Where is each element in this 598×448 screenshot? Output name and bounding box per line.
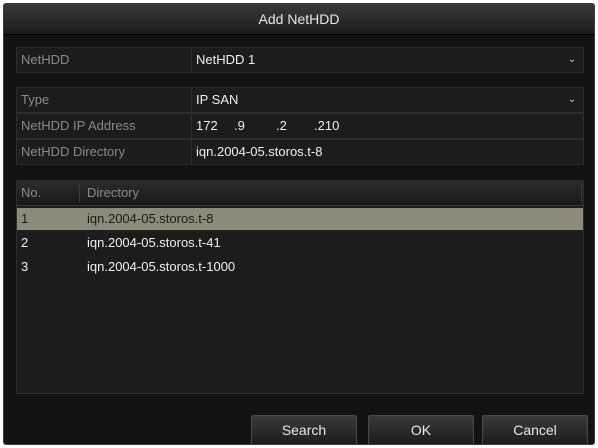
ip-octet-2[interactable]: .9 [234, 114, 245, 138]
dialog-title: Add NetHDD [4, 4, 594, 35]
type-row: Type IP SAN ⌄ [16, 87, 584, 113]
nethdd-value: NetHDD 1 [196, 52, 256, 67]
cancel-button[interactable]: Cancel [482, 415, 588, 444]
row-number: 1 [21, 211, 29, 226]
directory-value: iqn.2004-05.storos.t-8 [196, 144, 323, 159]
ip-row: NetHDD IP Address 172 .9 .2 .210 [16, 113, 584, 139]
ok-button[interactable]: OK [368, 415, 474, 444]
table-row[interactable]: 3 iqn.2004-05.storos.t-1000 [17, 256, 583, 278]
row-number: 3 [21, 259, 29, 274]
ip-octet-4[interactable]: .210 [314, 114, 339, 138]
ip-label: NetHDD IP Address [21, 118, 136, 133]
type-label: Type [21, 92, 50, 107]
nethdd-row: NetHDD NetHDD 1 ⌄ [16, 47, 584, 73]
row-directory: iqn.2004-05.storos.t-41 [87, 235, 221, 250]
type-select[interactable]: IP SAN ⌄ [191, 88, 583, 112]
chevron-down-icon: ⌄ [567, 94, 577, 105]
directory-label: NetHDD Directory [21, 144, 126, 159]
directory-field[interactable]: iqn.2004-05.storos.t-8 [191, 140, 583, 164]
type-value: IP SAN [196, 92, 239, 107]
search-button[interactable]: Search [251, 415, 357, 444]
column-header-no: No. [21, 185, 42, 200]
directory-table: No. Directory 1 iqn.2004-05.storos.t-8 2… [16, 180, 584, 394]
ip-address-field[interactable]: 172 .9 .2 .210 [191, 114, 583, 138]
chevron-down-icon: ⌄ [567, 54, 577, 65]
directory-row: NetHDD Directory iqn.2004-05.storos.t-8 [16, 139, 584, 165]
row-directory: iqn.2004-05.storos.t-1000 [87, 259, 236, 274]
nethdd-select[interactable]: NetHDD 1 ⌄ [191, 48, 583, 72]
table-header: No. Directory [17, 181, 583, 206]
nethdd-label: NetHDD [21, 52, 70, 67]
column-header-directory: Directory [87, 185, 140, 200]
column-divider [79, 184, 80, 202]
row-number: 2 [21, 235, 29, 250]
column-divider [581, 184, 582, 202]
ip-octet-1[interactable]: 172 [196, 114, 218, 138]
table-row[interactable]: 2 iqn.2004-05.storos.t-41 [17, 232, 583, 254]
ip-octet-3[interactable]: .2 [276, 114, 287, 138]
table-row[interactable]: 1 iqn.2004-05.storos.t-8 [17, 208, 583, 230]
row-directory: iqn.2004-05.storos.t-8 [87, 211, 214, 226]
add-nethdd-dialog: Add NetHDD NetHDD NetHDD 1 ⌄ Type IP SAN… [3, 3, 595, 445]
